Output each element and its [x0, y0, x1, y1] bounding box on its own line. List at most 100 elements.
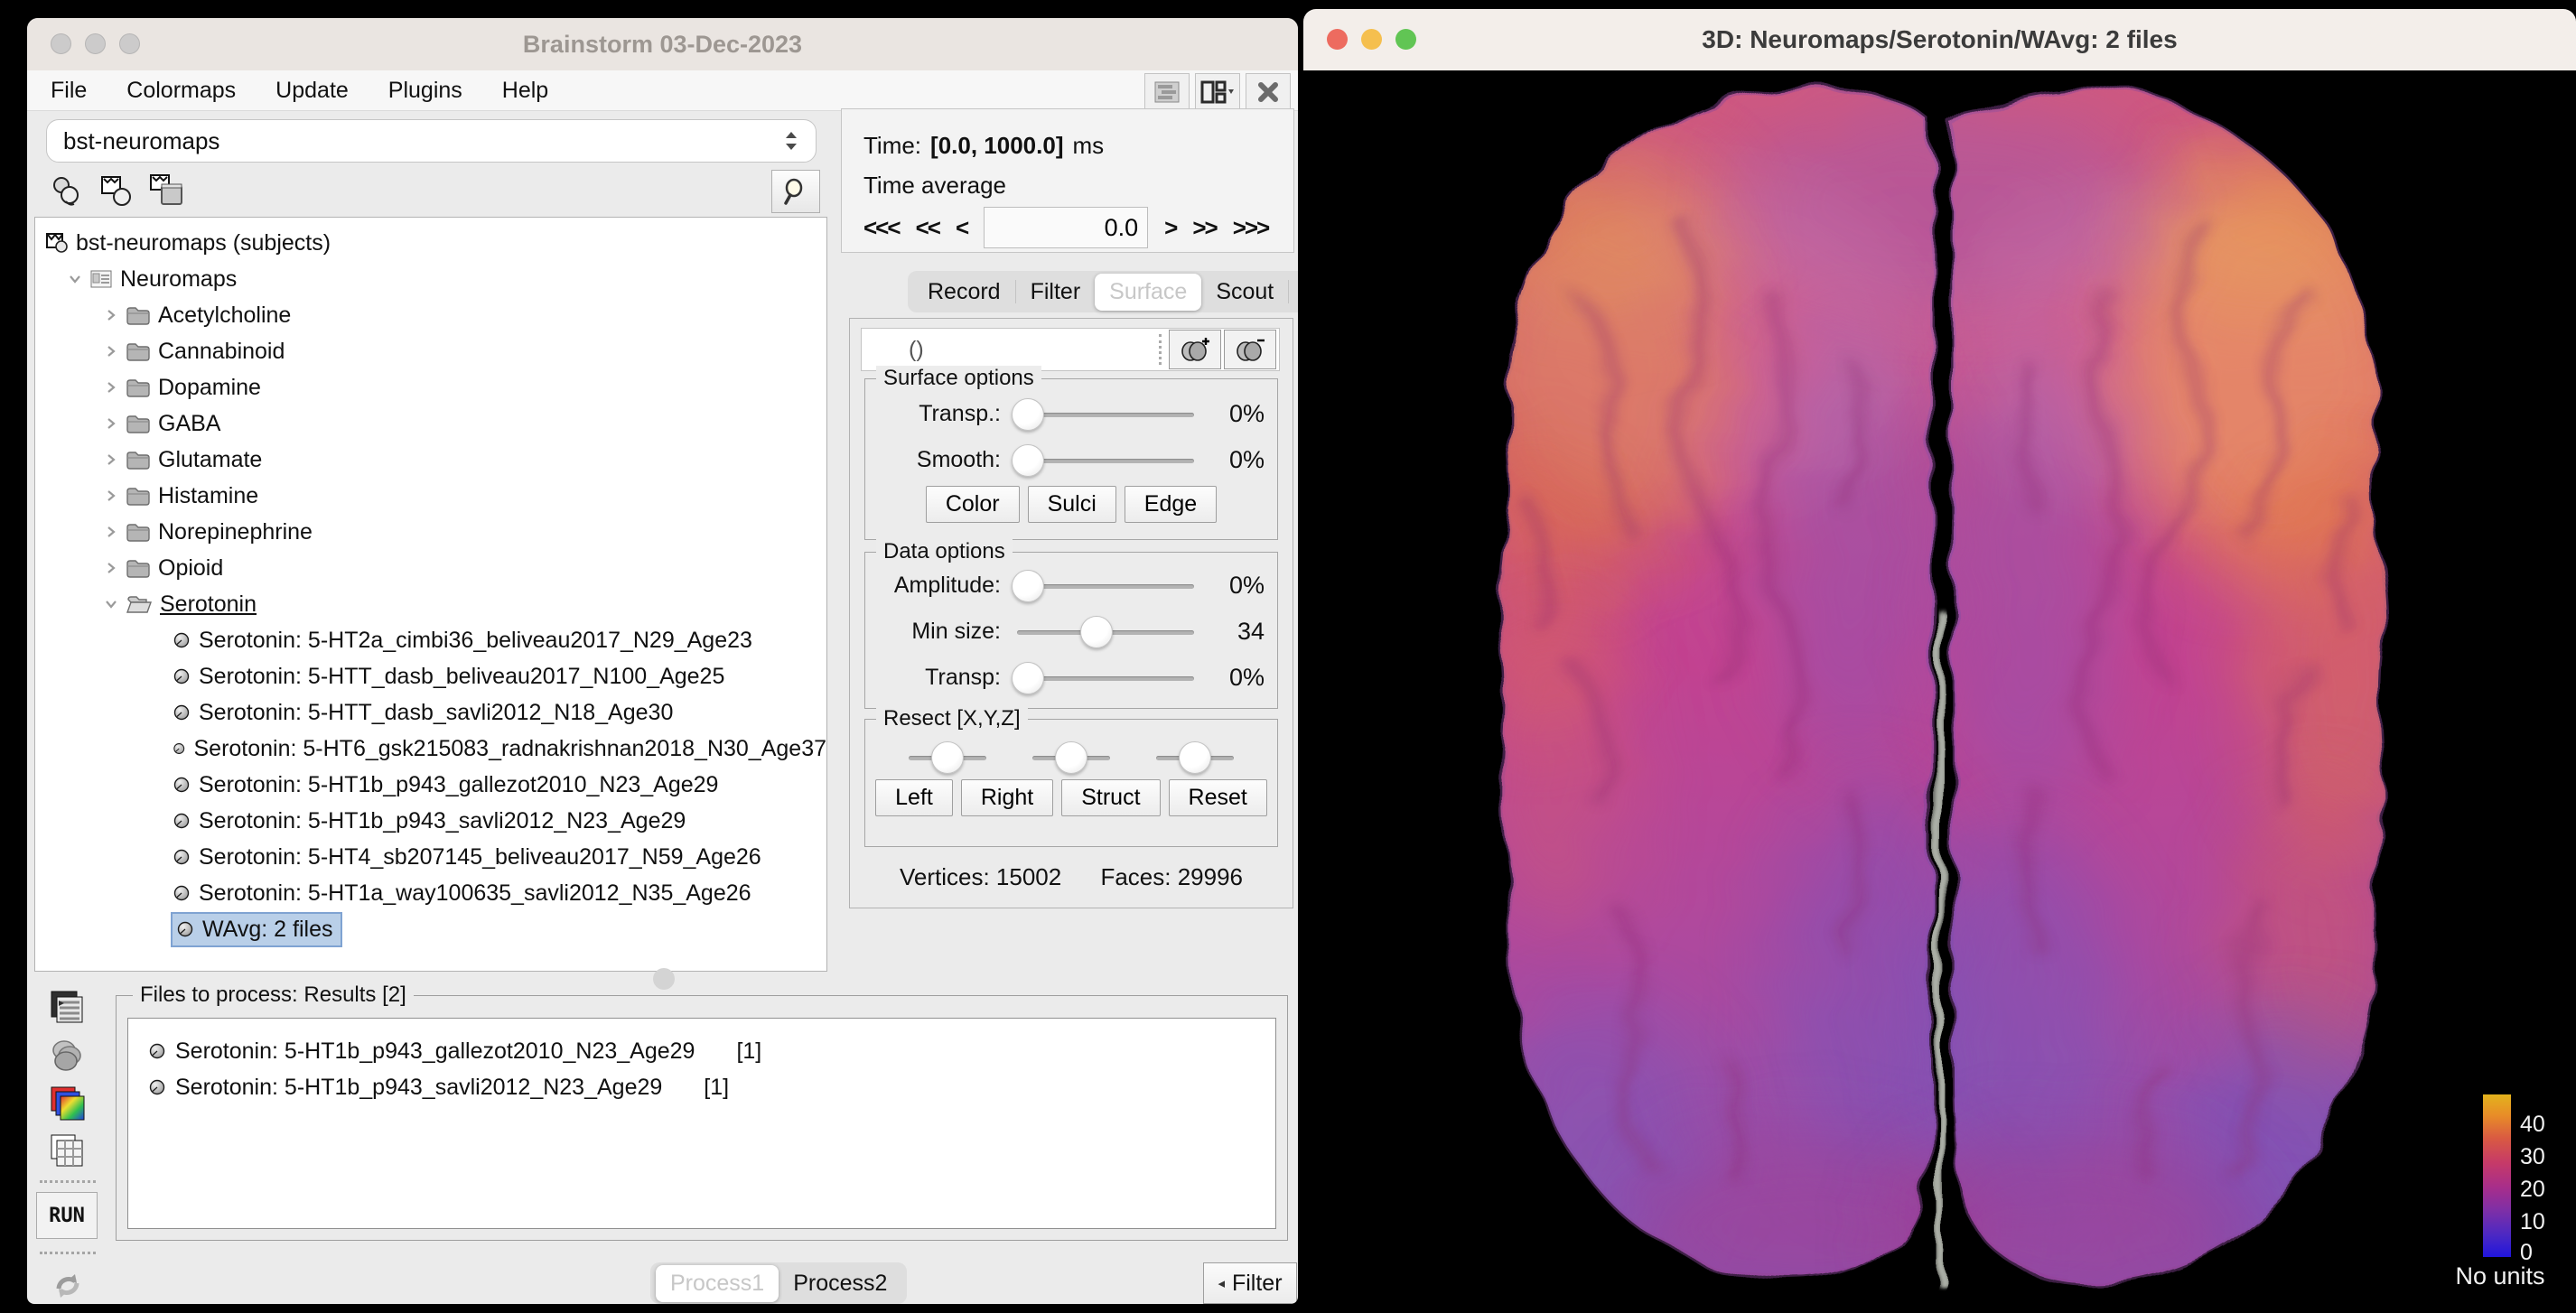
brain-surface[interactable] [1303, 70, 2576, 1304]
resect-x-slider[interactable] [898, 740, 997, 776]
window-titlebar[interactable]: Brainstorm 03-Dec-2023 [27, 18, 1298, 71]
slider-thumb[interactable] [1012, 662, 1044, 694]
add-surface-button[interactable] [1169, 330, 1221, 369]
slider-thumb[interactable] [1080, 616, 1113, 648]
search-database-button[interactable] [771, 170, 820, 213]
edge-button[interactable]: Edge [1125, 486, 1217, 523]
tree-folder-opioid[interactable]: Opioid [35, 550, 826, 586]
tree-folder-serotonin[interactable]: Serotonin [35, 586, 826, 622]
process-files-list[interactable]: Serotonin: 5-HT1b_p943_gallezot2010_N23_… [127, 1018, 1276, 1229]
menu-colormaps[interactable]: Colormaps [126, 78, 236, 104]
chevron-right-icon[interactable] [104, 416, 118, 431]
tab-add[interactable]: + [1289, 274, 1298, 311]
slider-thumb[interactable] [1179, 741, 1211, 774]
tree-folder-gaba[interactable]: GABA [35, 405, 826, 442]
process-file-row[interactable]: Serotonin: 5-HT1b_p943_gallezot2010_N23_… [128, 1033, 1275, 1069]
amplitude-slider[interactable] [1012, 568, 1199, 604]
figure-titlebar[interactable]: 3D: Neuromaps/Serotonin/WAvg: 2 files [1303, 9, 2576, 70]
transp-slider[interactable] [1012, 396, 1199, 433]
tab-process2[interactable]: Process2 [779, 1265, 901, 1302]
3d-viewport[interactable]: 0 10 20 30 40 No units [1303, 70, 2576, 1304]
resect-y-slider[interactable] [1022, 740, 1121, 776]
run-button[interactable]: RUN [36, 1192, 98, 1239]
time-rewind-fast-button[interactable]: <<< [863, 214, 900, 242]
time-value-input[interactable] [984, 207, 1148, 248]
tree-subject[interactable]: Neuromaps [35, 261, 826, 297]
chevron-down-icon[interactable] [68, 272, 82, 286]
resect-z-slider[interactable] [1145, 740, 1245, 776]
tree-file[interactable]: Serotonin: 5-HT1a_way100635_savli2012_N3… [35, 875, 826, 911]
menu-file[interactable]: File [51, 78, 87, 104]
tree-folder-dopamine[interactable]: Dopamine [35, 369, 826, 405]
chevron-right-icon[interactable] [104, 452, 118, 467]
close-button[interactable] [1327, 29, 1348, 50]
chevron-right-icon[interactable] [104, 344, 118, 359]
window-layout-list-button[interactable] [1144, 73, 1190, 111]
slider-thumb[interactable] [1012, 398, 1044, 431]
tab-surface[interactable]: Surface [1095, 274, 1201, 311]
chevron-right-icon[interactable] [104, 308, 118, 322]
tab-process1[interactable]: Process1 [656, 1265, 779, 1302]
tree-file[interactable]: Serotonin: 5-HT4_sb207145_beliveau2017_N… [35, 839, 826, 875]
slider-thumb[interactable] [1012, 570, 1044, 602]
tree-file[interactable]: Serotonin: 5-HT1b_p943_gallezot2010_N23_… [35, 767, 826, 803]
tree-folder-norepinephrine[interactable]: Norepinephrine [35, 514, 826, 550]
time-back-button[interactable]: < [956, 214, 967, 242]
menu-plugins[interactable]: Plugins [388, 78, 462, 104]
tree-folder-glutamate[interactable]: Glutamate [35, 442, 826, 478]
close-all-figures-button[interactable] [1246, 73, 1291, 111]
minimize-button[interactable] [1361, 29, 1382, 50]
time-end-button[interactable]: >>> [1233, 214, 1269, 242]
chevron-down-icon[interactable] [104, 597, 118, 611]
tree-file[interactable]: Serotonin: 5-HT1b_p943_savli2012_N23_Age… [35, 803, 826, 839]
slider-thumb[interactable] [1055, 741, 1087, 774]
zoom-button[interactable] [1395, 29, 1416, 50]
resect-left-button[interactable]: Left [875, 779, 953, 816]
time-rewind-button[interactable]: << [916, 214, 939, 242]
delete-button[interactable] [147, 172, 187, 211]
tree-file[interactable]: Serotonin: 5-HTT_dasb_savli2012_N18_Age3… [35, 694, 826, 731]
chevron-right-icon[interactable] [104, 380, 118, 395]
new-study-button[interactable] [97, 172, 136, 211]
tab-record[interactable]: Record [913, 274, 1015, 311]
tab-filter[interactable]: Filter [1016, 274, 1096, 311]
tree-file[interactable]: Serotonin: 5-HT6_gsk215083_radnakrishnan… [35, 731, 826, 767]
minsize-slider[interactable] [1012, 614, 1199, 650]
resect-reset-button[interactable]: Reset [1169, 779, 1267, 816]
chevron-right-icon[interactable] [104, 525, 118, 539]
sulci-button[interactable]: Sulci [1028, 486, 1116, 523]
swap-process-button[interactable] [34, 1263, 101, 1304]
protocol-select[interactable]: bst-neuromaps [46, 119, 817, 163]
filter-button[interactable]: ◂ Filter [1203, 1262, 1297, 1304]
database-tree[interactable]: bst-neuromaps (subjects) Neuromaps [34, 217, 827, 972]
menu-help[interactable]: Help [502, 78, 548, 104]
data-transp-slider[interactable] [1012, 660, 1199, 696]
splitter-handle[interactable] [653, 968, 675, 990]
time-forward-button[interactable]: > [1164, 214, 1176, 242]
chevron-right-icon[interactable] [104, 489, 118, 503]
minimize-button[interactable] [85, 33, 106, 54]
tree-file[interactable]: Serotonin: 5-HT2a_cimbi36_beliveau2017_N… [35, 622, 826, 658]
surface-selector[interactable]: () [909, 337, 1159, 363]
matrix-button[interactable] [34, 1130, 101, 1173]
process-file-row[interactable]: Serotonin: 5-HT1b_p943_savli2012_N23_Age… [128, 1069, 1275, 1105]
resect-right-button[interactable]: Right [961, 779, 1053, 816]
tree-root[interactable]: bst-neuromaps (subjects) [35, 225, 826, 261]
tree-folder-cannabinoid[interactable]: Cannabinoid [35, 333, 826, 369]
chevron-right-icon[interactable] [104, 561, 118, 575]
slider-thumb[interactable] [931, 741, 964, 774]
color-button[interactable]: Color [926, 486, 1020, 523]
smooth-slider[interactable] [1012, 442, 1199, 479]
resect-struct-button[interactable]: Struct [1061, 779, 1160, 816]
sources-button[interactable] [34, 1034, 101, 1077]
new-subject-button[interactable] [46, 172, 86, 211]
colorbar[interactable] [2483, 1094, 2511, 1257]
slider-thumb[interactable] [1012, 444, 1044, 477]
remove-surface-button[interactable] [1224, 330, 1276, 369]
zoom-button[interactable] [119, 33, 140, 54]
tree-file[interactable]: Serotonin: 5-HTT_dasb_beliveau2017_N100_… [35, 658, 826, 694]
tree-folder-histamine[interactable]: Histamine [35, 478, 826, 514]
close-button[interactable] [51, 33, 71, 54]
time-forward-fast-button[interactable]: >> [1192, 214, 1216, 242]
recordings-button[interactable] [34, 986, 101, 1029]
